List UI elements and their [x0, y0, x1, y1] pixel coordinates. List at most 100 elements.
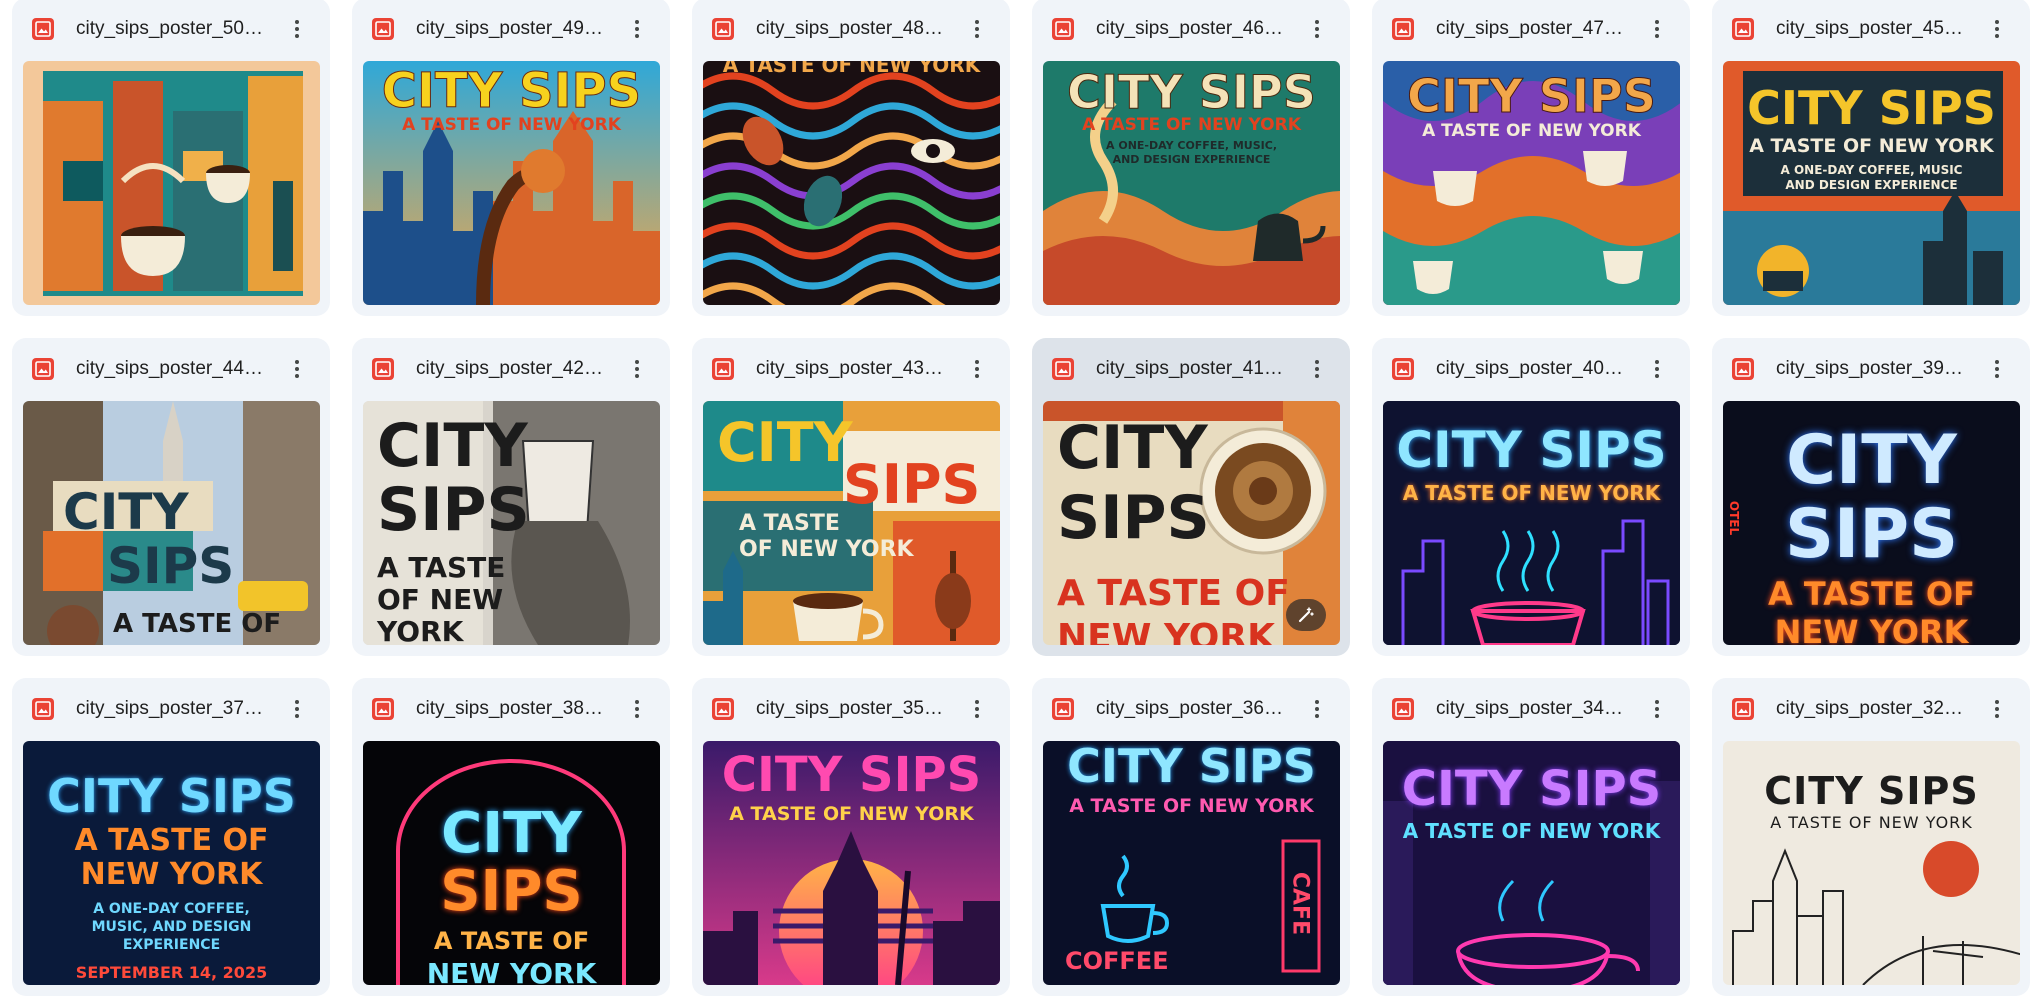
poster-subtitle: A TASTE OF NEW YORK: [729, 803, 974, 825]
file-card[interactable]: city_sips_poster_48_p... A TASTE OF NEW …: [692, 0, 1010, 316]
poster-subtitle: A TASTE OF: [433, 927, 590, 955]
poster-headline: CITY: [63, 483, 189, 541]
poster-headline: CITY: [717, 411, 853, 474]
file-thumbnail[interactable]: A TASTE OF NEW YORK: [703, 61, 1000, 305]
poster-subtitle: A TASTE OF NEW YORK: [1749, 135, 1994, 157]
poster-date: SEPTEMBER 14, 2025: [75, 963, 268, 982]
file-card[interactable]: city_sips_poster_41_... CITY SIPS A TAST…: [1032, 338, 1350, 656]
more-vert-icon[interactable]: [1640, 12, 1674, 46]
file-thumbnail[interactable]: CITY SIPS A TASTE OF NEW YORK A ONE-DAY …: [23, 741, 320, 985]
poster-subtitle: A TASTE OF NEW YORK: [1422, 121, 1641, 141]
poster-tagline: EXPERIENCE: [122, 937, 221, 953]
more-vert-icon[interactable]: [960, 12, 994, 46]
file-card[interactable]: city_sips_poster_34_c... CITY SIPS A TAS…: [1372, 678, 1690, 996]
poster-headline: SIPS: [1784, 495, 1959, 574]
file-name: city_sips_poster_32_j...: [1776, 698, 1968, 719]
file-thumbnail[interactable]: CITY SIPS A TASTE OF NEW YORK: [363, 741, 660, 985]
image-file-icon: [1392, 358, 1414, 380]
more-vert-icon[interactable]: [620, 692, 654, 726]
file-thumbnail[interactable]: CITY SIPS A TASTE OF NEW YORK: [703, 741, 1000, 985]
file-name: city_sips_poster_41_...: [1096, 358, 1288, 379]
file-card-header: city_sips_poster_46_s...: [1032, 0, 1350, 60]
more-vert-icon[interactable]: [1980, 352, 2014, 386]
poster-sign: COFFEE: [1065, 947, 1169, 975]
file-card[interactable]: city_sips_poster_45_d... CITY SIPS A TAS…: [1712, 0, 2030, 316]
file-thumbnail[interactable]: CITY SIPS A TASTE OF NEW YORK A ONE-DAY …: [1723, 61, 2020, 305]
file-thumbnail[interactable]: [23, 61, 320, 305]
file-thumbnail[interactable]: CITY SIPS A TASTE OF NEW YORK: [1723, 741, 2020, 985]
poster-subtitle: NEW YORK: [80, 857, 263, 892]
file-card[interactable]: city_sips_poster_50_s...: [12, 0, 330, 316]
file-thumbnail[interactable]: CITY SIPS A TASTE OF NEW YORK: [1383, 401, 1680, 645]
more-vert-icon[interactable]: [1980, 692, 2014, 726]
file-grid: city_sips_poster_50_s... city_sips_poste…: [12, 0, 2040, 996]
file-card[interactable]: city_sips_poster_36_e... CITY SIPS A TAS…: [1032, 678, 1350, 996]
file-name: city_sips_poster_40_...: [1436, 358, 1628, 379]
file-thumbnail[interactable]: CITY SIPS A TASTE OF NEW YORK: [1043, 401, 1340, 645]
file-card-header: city_sips_poster_39_e...: [1712, 338, 2030, 400]
file-card[interactable]: city_sips_poster_35_8... CITY SIPS A TAS…: [692, 678, 1010, 996]
file-thumbnail[interactable]: CITY SIPS A TASTE OF NEW YORK: [363, 401, 660, 645]
more-vert-icon[interactable]: [280, 352, 314, 386]
more-vert-icon[interactable]: [1640, 692, 1674, 726]
more-vert-icon[interactable]: [1300, 12, 1334, 46]
poster-subtitle: OF NEW YORK: [739, 537, 914, 562]
file-card[interactable]: city_sips_poster_40_... CITY SIPS A TAST…: [1372, 338, 1690, 656]
file-card[interactable]: city_sips_poster_49_s... CITY SIPS A TAS…: [352, 0, 670, 316]
image-file-icon: [712, 698, 734, 720]
file-thumbnail[interactable]: CITY SIPS A TASTE OF NEW YORK OTEL: [1723, 401, 2020, 645]
more-vert-icon[interactable]: [280, 692, 314, 726]
poster-headline: CITY SIPS: [1067, 65, 1317, 120]
file-card[interactable]: city_sips_poster_47_s... CITY SIPS A TAS…: [1372, 0, 1690, 316]
poster-headline: CITY SIPS: [1407, 69, 1657, 124]
poster-headline: CITY SIPS: [1764, 769, 1979, 813]
poster-subtitle: A TASTE OF: [74, 823, 269, 858]
file-card-header: city_sips_poster_37_n...: [12, 678, 330, 740]
file-card[interactable]: city_sips_poster_38_e... CITY SIPS A TAS…: [352, 678, 670, 996]
file-name: city_sips_poster_45_d...: [1776, 18, 1968, 39]
file-card[interactable]: city_sips_poster_43_p... CITY SIPS A TAS…: [692, 338, 1010, 656]
file-thumbnail[interactable]: CITY SIPS A TASTE OF NEW YORK: [363, 61, 660, 305]
file-card-header: city_sips_poster_34_c...: [1372, 678, 1690, 740]
magic-edit-icon[interactable]: [1286, 599, 1326, 631]
file-thumbnail[interactable]: CITY SIPS A TASTE OF NEW YORK A ONE-DAY …: [1043, 61, 1340, 305]
more-vert-icon[interactable]: [960, 352, 994, 386]
file-thumbnail[interactable]: CITY SIPS A TASTE OF NEW YORK COFFEE CAF…: [1043, 741, 1340, 985]
file-card[interactable]: city_sips_poster_42_p... CITY SIPS A TAS…: [352, 338, 670, 656]
poster-subtitle: A TASTE OF NEW YORK: [722, 61, 981, 77]
file-name: city_sips_poster_49_s...: [416, 18, 608, 39]
file-card-header: city_sips_poster_43_p...: [692, 338, 1010, 400]
file-card[interactable]: city_sips_poster_44_... CITY SIPS A TAST…: [12, 338, 330, 656]
poster-headline: SIPS: [107, 537, 235, 595]
file-card[interactable]: city_sips_poster_39_e... CITY SIPS A TAS…: [1712, 338, 2030, 656]
file-thumbnail[interactable]: CITY SIPS A TASTE OF: [23, 401, 320, 645]
file-thumbnail[interactable]: CITY SIPS A TASTE OF NEW YORK: [1383, 741, 1680, 985]
image-file-icon: [372, 698, 394, 720]
more-vert-icon[interactable]: [620, 352, 654, 386]
poster-subtitle: NEW YORK: [1057, 617, 1275, 645]
more-vert-icon[interactable]: [1640, 352, 1674, 386]
file-card[interactable]: city_sips_poster_32_j... CITY SIPS A TAS…: [1712, 678, 2030, 996]
poster-subtitle: A TASTE: [739, 511, 840, 536]
file-thumbnail[interactable]: CITY SIPS A TASTE OF NEW YORK: [1383, 61, 1680, 305]
file-name: city_sips_poster_47_s...: [1436, 18, 1628, 39]
file-card[interactable]: city_sips_poster_37_n... CITY SIPS A TAS…: [12, 678, 330, 996]
more-vert-icon[interactable]: [960, 692, 994, 726]
image-file-icon: [32, 358, 54, 380]
poster-sign: CAFE: [1287, 871, 1313, 936]
image-file-icon: [1392, 18, 1414, 40]
image-file-icon: [712, 358, 734, 380]
more-vert-icon[interactable]: [1300, 352, 1334, 386]
more-vert-icon[interactable]: [1300, 692, 1334, 726]
image-file-icon: [32, 698, 54, 720]
poster-headline: SIPS: [1057, 483, 1210, 553]
more-vert-icon[interactable]: [1980, 12, 2014, 46]
more-vert-icon[interactable]: [620, 12, 654, 46]
poster-subtitle: A TASTE OF NEW YORK: [1082, 115, 1301, 135]
file-card-header: city_sips_poster_32_j...: [1712, 678, 2030, 740]
more-vert-icon[interactable]: [280, 12, 314, 46]
poster-tagline: AND DESIGN EXPERIENCE: [1112, 153, 1271, 166]
file-card[interactable]: city_sips_poster_46_s... CITY SIPS A TAS…: [1032, 0, 1350, 316]
file-thumbnail[interactable]: CITY SIPS A TASTE OF NEW YORK: [703, 401, 1000, 645]
file-card-header: city_sips_poster_47_s...: [1372, 0, 1690, 60]
